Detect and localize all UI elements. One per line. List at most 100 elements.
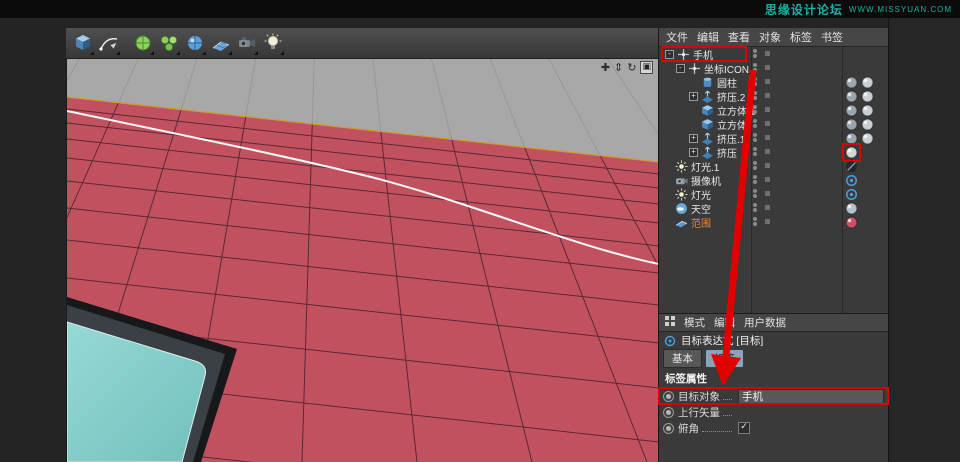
enable-toggle[interactable] <box>765 149 770 154</box>
visibility-dots[interactable] <box>753 175 757 184</box>
enable-toggle[interactable] <box>765 191 770 196</box>
tool-deformer[interactable] <box>183 30 207 56</box>
material-sphere-tag-icon[interactable] <box>845 202 858 215</box>
viewport-nav-controls: ✚ ⇕ ↻ ▣ <box>601 61 653 74</box>
object-row-range[interactable]: 范围 <box>659 215 888 230</box>
target-ring-tag-icon[interactable] <box>845 174 858 187</box>
expander-icon[interactable]: + <box>689 133 698 143</box>
enable-toggle[interactable] <box>765 177 770 182</box>
field-value-target-object[interactable]: 手机 <box>738 388 884 404</box>
attribute-tabs: 基本 标签 <box>659 349 888 368</box>
object-row-light[interactable]: 灯光 <box>659 187 888 202</box>
am-menu-用户数据[interactable]: 用户数据 <box>744 315 786 330</box>
tool-light[interactable] <box>261 30 285 56</box>
viewport-rotate-icon[interactable]: ↻ <box>627 61 636 74</box>
object-row-cube[interactable]: 立方体 <box>659 117 888 132</box>
enable-toggle[interactable] <box>765 107 770 112</box>
visibility-dots[interactable] <box>753 49 757 58</box>
expander-icon[interactable]: + <box>689 91 698 101</box>
visibility-dots[interactable] <box>753 161 757 170</box>
visibility-dots[interactable] <box>753 203 757 212</box>
visibility-dots[interactable] <box>753 147 757 156</box>
tool-dropdown-icon <box>254 51 258 55</box>
cylinder-icon <box>701 76 714 89</box>
visibility-dots[interactable] <box>753 189 757 198</box>
visibility-dots[interactable] <box>753 105 757 114</box>
material-sphere-tag-icon[interactable] <box>861 76 874 89</box>
tool-modeling-objects[interactable] <box>157 30 181 56</box>
material-sphere-tag-icon[interactable] <box>842 142 861 162</box>
tab-标签[interactable]: 标签 <box>705 349 744 368</box>
om-menu-文件[interactable]: 文件 <box>666 29 688 45</box>
keyframe-toggle[interactable] <box>663 422 674 434</box>
object-row-coord-icon[interactable]: - 坐标ICON <box>659 61 888 76</box>
object-row-camera[interactable]: 摄像机 <box>659 173 888 188</box>
material-sphere-tag-icon[interactable] <box>861 90 874 103</box>
material-sphere-tag-icon[interactable] <box>861 132 874 145</box>
panel-mode-icon[interactable] <box>665 316 675 329</box>
visibility-dots[interactable] <box>753 91 757 100</box>
phong-sphere-tag-icon[interactable] <box>845 90 858 103</box>
material-sphere-tag-icon[interactable] <box>845 216 858 229</box>
visibility-dots[interactable] <box>753 77 757 86</box>
enable-toggle[interactable] <box>765 205 770 210</box>
viewport-zoom-icon[interactable]: ⇕ <box>614 61 623 74</box>
object-manager-menubar: 文件 编辑 查看 对象 标签 书签 <box>659 28 888 47</box>
phong-sphere-tag-icon[interactable] <box>845 132 858 145</box>
attribute-title-row: 目标表达式 [目标] <box>659 332 888 349</box>
visibility-dots[interactable] <box>753 217 757 226</box>
expander-icon[interactable]: - <box>676 63 685 73</box>
enable-toggle[interactable] <box>765 93 770 98</box>
tool-environment-floor[interactable] <box>209 30 233 56</box>
viewport-3d[interactable]: ✚ ⇕ ↻ ▣ <box>66 59 659 462</box>
title-strip: 思缘设计论坛 WWW.MISSYUAN.COM <box>0 0 960 18</box>
am-menu-编辑[interactable]: 编辑 <box>714 315 735 330</box>
om-menu-标签[interactable]: 标签 <box>790 29 812 45</box>
field-row-target-object: 目标对象 手机 <box>658 387 889 405</box>
om-menu-对象[interactable]: 对象 <box>759 29 781 45</box>
visibility-dots[interactable] <box>753 133 757 142</box>
om-menu-书签[interactable]: 书签 <box>821 29 843 45</box>
checkbox-pitch[interactable]: ✓ <box>738 422 750 434</box>
tab-基本[interactable]: 基本 <box>663 349 702 368</box>
material-sphere-tag-icon[interactable] <box>861 118 874 131</box>
object-row-sky[interactable]: 天空 <box>659 201 888 216</box>
tool-cube-primitive[interactable] <box>71 30 95 56</box>
object-row-extrude-1[interactable]: + 挤压.1 <box>659 131 888 146</box>
enable-toggle[interactable] <box>765 163 770 168</box>
enable-toggle[interactable] <box>765 79 770 84</box>
object-row-cube-1[interactable]: 立方体.1 <box>659 103 888 118</box>
object-row-cylinder[interactable]: 圆柱 <box>659 75 888 90</box>
phong-sphere-tag-icon[interactable] <box>845 76 858 89</box>
enable-toggle[interactable] <box>765 135 770 140</box>
viewport-pan-icon[interactable]: ✚ <box>601 61 610 74</box>
tool-camera[interactable] <box>235 30 259 56</box>
om-menu-编辑[interactable]: 编辑 <box>697 29 719 45</box>
enable-toggle[interactable] <box>765 219 770 224</box>
expander-icon[interactable]: + <box>689 147 698 157</box>
target-dark-tag-icon[interactable] <box>845 160 858 173</box>
object-row-light-1[interactable]: 灯光.1 <box>659 159 888 174</box>
object-row-extrude-2[interactable]: + 挤压.2 <box>659 89 888 104</box>
keyframe-toggle[interactable] <box>663 406 674 418</box>
visibility-dots[interactable] <box>753 63 757 72</box>
keyframe-toggle[interactable] <box>663 390 674 402</box>
object-creation-toolbar <box>66 28 658 59</box>
phong-sphere-tag-icon[interactable] <box>845 104 858 117</box>
enable-toggle[interactable] <box>765 121 770 126</box>
material-sphere-tag-icon[interactable] <box>861 104 874 117</box>
tool-spline-pen[interactable] <box>97 30 121 56</box>
enable-toggle[interactable] <box>765 65 770 70</box>
am-menu-模式[interactable]: 模式 <box>684 315 705 330</box>
object-row-extrude[interactable]: + 挤压 <box>659 142 888 162</box>
tool-subdivision-surface[interactable] <box>131 30 155 56</box>
enable-toggle[interactable] <box>765 51 770 56</box>
expander-icon[interactable]: - <box>665 49 674 59</box>
viewport-maximize-icon[interactable]: ▣ <box>640 61 653 74</box>
visibility-dots[interactable] <box>753 119 757 128</box>
om-menu-查看[interactable]: 查看 <box>728 29 750 45</box>
object-label: 手机 <box>693 50 713 62</box>
object-row-phone[interactable]: - 手机 <box>659 46 888 62</box>
phong-sphere-tag-icon[interactable] <box>845 118 858 131</box>
target-ring-tag-icon[interactable] <box>845 188 858 201</box>
